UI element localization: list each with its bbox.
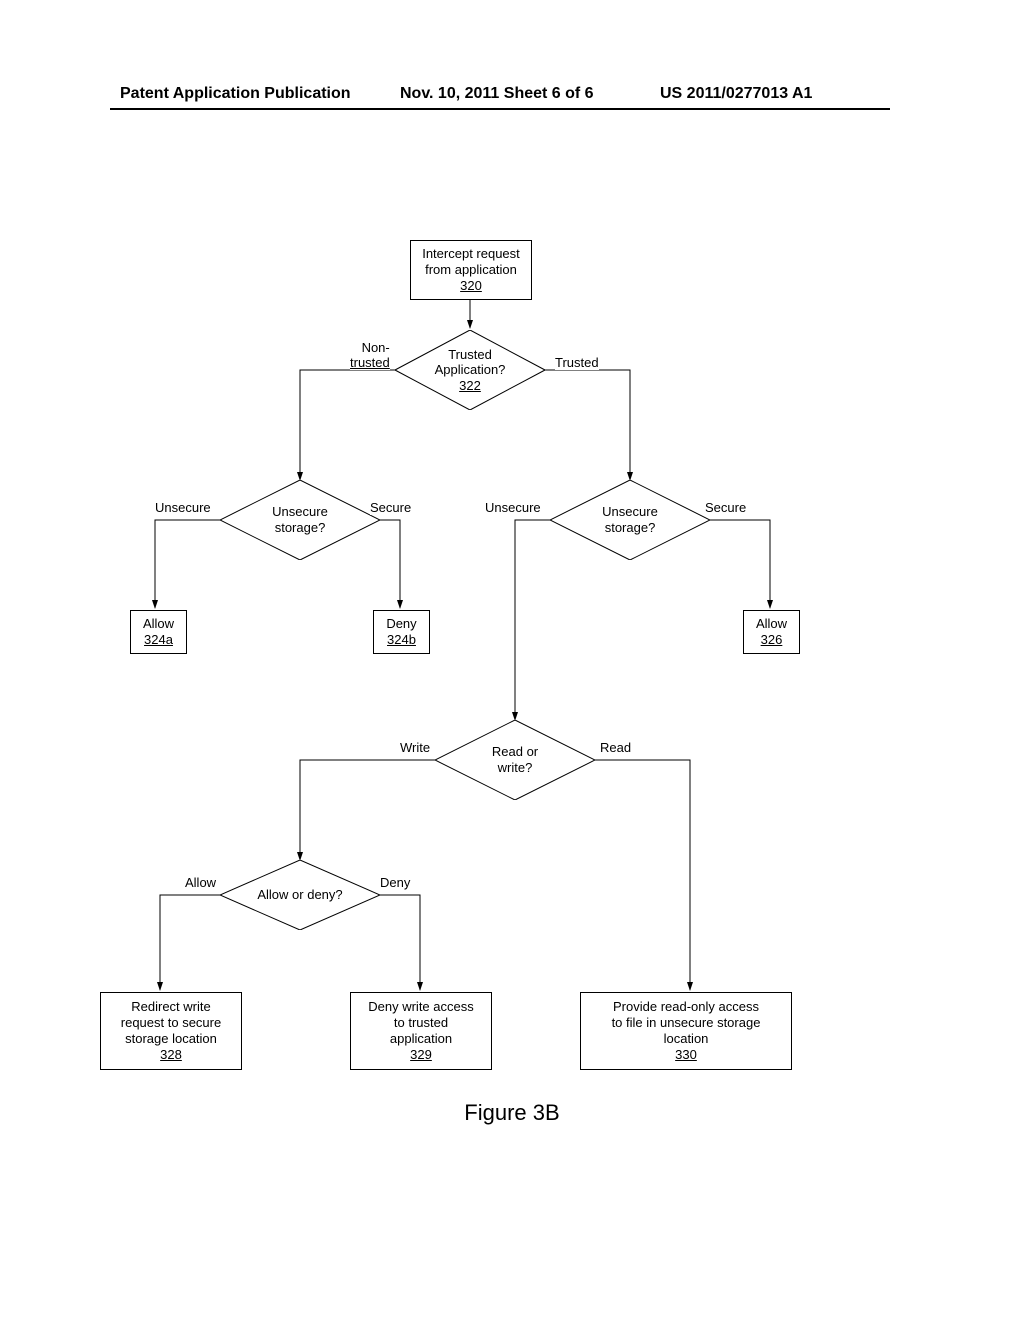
label-dr-unsecure: Unsecure bbox=[485, 500, 541, 515]
node-redirect-328: Redirect write request to secure storage… bbox=[100, 992, 242, 1070]
node-deny-324b: Deny 324b bbox=[373, 610, 430, 654]
ref-320: 320 bbox=[460, 278, 482, 294]
label-trusted: Trusted bbox=[555, 355, 599, 370]
node-text: Provide read-only access bbox=[613, 999, 759, 1015]
header-rule bbox=[110, 108, 890, 110]
node-text: Redirect write bbox=[131, 999, 210, 1015]
node-text: Deny bbox=[386, 616, 416, 632]
decision-text: storage? bbox=[605, 520, 656, 536]
decision-text: Application? bbox=[435, 362, 506, 378]
node-readonly-330: Provide read-only access to file in unse… bbox=[580, 992, 792, 1070]
decision-storage-left: Unsecure storage? bbox=[220, 480, 380, 560]
ref-330: 330 bbox=[675, 1047, 697, 1063]
label-dl-unsecure: Unsecure bbox=[155, 500, 211, 515]
label-allow: Allow bbox=[185, 875, 216, 890]
node-text: storage location bbox=[125, 1031, 217, 1047]
ref-324b: 324b bbox=[387, 632, 416, 648]
node-text: request to secure bbox=[121, 1015, 221, 1031]
node-text: to trusted bbox=[394, 1015, 448, 1031]
label-write: Write bbox=[400, 740, 430, 755]
decision-text: Trusted bbox=[448, 347, 492, 363]
label-dr-secure: Secure bbox=[705, 500, 746, 515]
header-left: Patent Application Publication bbox=[120, 85, 351, 103]
decision-text: storage? bbox=[275, 520, 326, 536]
node-text: application bbox=[390, 1031, 452, 1047]
ref-326: 326 bbox=[761, 632, 783, 648]
decision-allow-deny: Allow or deny? bbox=[220, 860, 380, 930]
node-intercept: Intercept request from application 320 bbox=[410, 240, 532, 300]
label-dl-secure: Secure bbox=[370, 500, 411, 515]
node-text: to file in unsecure storage bbox=[612, 1015, 761, 1031]
ref-328: 328 bbox=[160, 1047, 182, 1063]
node-text: Allow bbox=[756, 616, 787, 632]
node-allow-324a: Allow 324a bbox=[130, 610, 187, 654]
node-text: from application bbox=[425, 262, 517, 278]
label-non-trusted: Non- trusted bbox=[350, 340, 390, 370]
decision-text: Allow or deny? bbox=[257, 887, 342, 903]
node-allow-326: Allow 326 bbox=[743, 610, 800, 654]
header-right: US 2011/0277013 A1 bbox=[660, 85, 812, 103]
decision-storage-right: Unsecure storage? bbox=[550, 480, 710, 560]
decision-text: Unsecure bbox=[272, 504, 328, 520]
decision-text: Read or bbox=[492, 744, 538, 760]
header-mid: Nov. 10, 2011 Sheet 6 of 6 bbox=[400, 85, 594, 103]
label-read: Read bbox=[600, 740, 631, 755]
ref-322: 322 bbox=[459, 378, 481, 394]
ref-324a: 324a bbox=[144, 632, 173, 648]
node-text: location bbox=[664, 1031, 709, 1047]
node-text: Intercept request bbox=[422, 246, 520, 262]
ref-329: 329 bbox=[410, 1047, 432, 1063]
decision-read-write: Read or write? bbox=[435, 720, 595, 800]
label-deny: Deny bbox=[380, 875, 410, 890]
decision-text: write? bbox=[498, 760, 533, 776]
decision-trusted-app: Trusted Application? 322 bbox=[395, 330, 545, 410]
decision-text: Unsecure bbox=[602, 504, 658, 520]
figure-label: Figure 3B bbox=[0, 1100, 1024, 1126]
node-text: Deny write access bbox=[368, 999, 473, 1015]
flowchart: Intercept request from application 320 T… bbox=[100, 240, 900, 1140]
node-text: Allow bbox=[143, 616, 174, 632]
node-deny-329: Deny write access to trusted application… bbox=[350, 992, 492, 1070]
